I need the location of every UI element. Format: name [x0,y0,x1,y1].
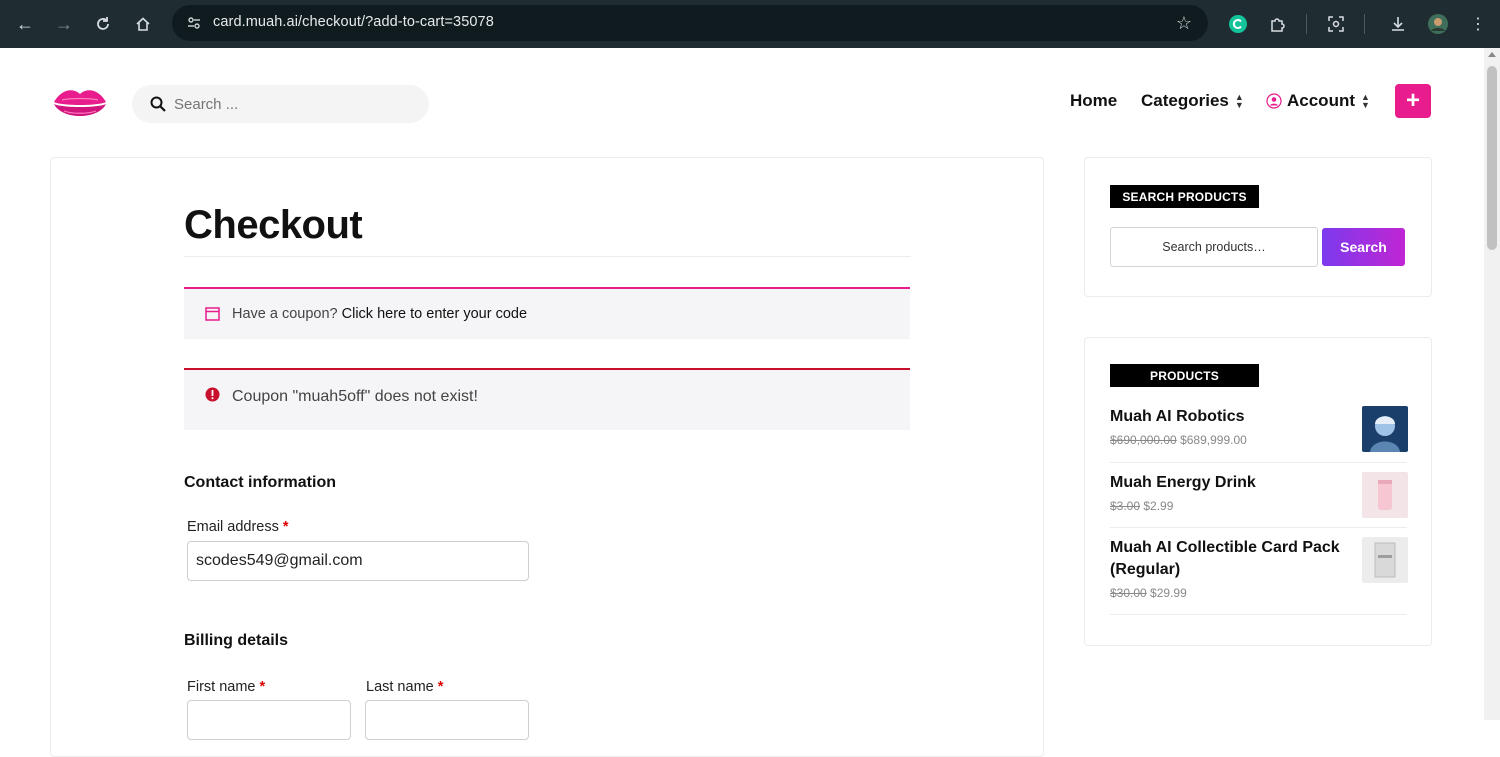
nav-categories-label: Categories [1141,91,1229,110]
product-search-button[interactable]: Search [1322,228,1405,266]
grammarly-extension-icon[interactable] [1224,10,1252,38]
required-asterisk: * [259,679,266,695]
forward-icon[interactable]: → [50,10,78,38]
last-name-label: Last name * [366,679,443,695]
coupon-error-message: Coupon "muah5off" does not exist! [232,388,478,405]
sort-caret-icon: ▲ ▼ [1234,92,1244,110]
toolbar-divider [1364,14,1365,34]
site-search-input[interactable] [174,93,414,115]
add-plus-button[interactable]: + [1395,84,1431,118]
toolbar-divider [1306,14,1307,34]
first-name-label-text: First name [187,679,256,695]
product-sale-price: $2.99 [1143,499,1174,513]
calendar-icon [205,307,220,321]
bookmark-star-icon[interactable]: ☆ [1176,13,1192,34]
search-products-widget: SEARCH PRODUCTS Search products… Search [1084,157,1432,297]
product-name[interactable]: Muah Energy Drink [1110,472,1340,494]
url-text[interactable]: card.muah.ai/checkout/?add-to-cart=35078 [213,14,494,30]
coupon-prompt: Have a coupon? [232,306,338,322]
search-icon[interactable] [150,96,166,112]
product-item[interactable]: Muah AI Robotics $690,000.00 $689,999.00 [1110,406,1408,463]
address-bar[interactable]: card.muah.ai/checkout/?add-to-cart=35078… [172,5,1208,41]
nav-home[interactable]: Home [1070,91,1117,111]
product-old-price: $690,000.00 [1110,433,1177,447]
home-icon[interactable] [129,10,157,38]
site-settings-icon[interactable] [184,13,204,33]
email-field[interactable]: scodes549@gmail.com [187,541,529,581]
extensions-puzzle-icon[interactable] [1264,10,1292,38]
contact-info-heading: Contact information [184,474,336,491]
profile-avatar-icon[interactable] [1424,10,1452,38]
muah-lips-logo[interactable] [52,84,108,122]
nav-account[interactable]: Account ▲ ▼ [1266,91,1370,111]
last-name-field[interactable] [365,700,529,740]
product-sale-price: $29.99 [1150,586,1187,600]
download-icon[interactable] [1384,10,1412,38]
coupon-error-notice: Coupon "muah5off" does not exist! [184,368,910,430]
email-label-text: Email address [187,519,279,535]
nav-categories[interactable]: Categories ▲ ▼ [1141,91,1244,111]
product-item[interactable]: Muah AI Collectible Card Pack (Regular) … [1110,537,1408,615]
reload-icon[interactable] [89,10,117,38]
products-heading: PRODUCTS [1110,364,1259,387]
product-search-input[interactable]: Search products… [1110,227,1318,267]
required-asterisk: * [282,519,289,535]
required-asterisk: * [437,679,444,695]
browser-toolbar: ← → card.muah.ai/checkout/?add-to-cart=3… [0,0,1500,48]
error-alert-icon [205,387,220,402]
first-name-field[interactable] [187,700,351,740]
product-old-price: $3.00 [1110,499,1141,513]
title-divider [184,256,911,257]
search-products-heading: SEARCH PRODUCTS [1110,185,1259,208]
last-name-label-text: Last name [366,679,434,695]
product-name[interactable]: Muah AI Collectible Card Pack (Regular) [1110,537,1340,581]
billing-details-heading: Billing details [184,632,289,649]
coupon-notice: Have a coupon? Click here to enter your … [184,287,910,339]
product-price: $3.00 $2.99 [1110,499,1173,513]
lens-capture-icon[interactable] [1322,10,1350,38]
coupon-enter-link[interactable]: Click here to enter your code [342,306,527,322]
product-thumbnail-robot[interactable] [1362,406,1408,452]
page-scrollbar[interactable] [1484,48,1500,720]
menu-kebab-icon[interactable]: ⋮ [1464,10,1492,38]
nav-home-label: Home [1070,91,1118,110]
product-thumbnail-drink-can[interactable] [1362,472,1408,518]
email-label: Email address * [187,519,289,535]
sort-caret-icon: ▲ ▼ [1361,92,1370,110]
product-price: $30.00 $29.99 [1110,586,1187,600]
products-widget: PRODUCTS Muah AI Robotics $690,000.00 $6… [1084,337,1432,646]
nav-account-label: Account [1287,91,1355,110]
product-item[interactable]: Muah Energy Drink $3.00 $2.99 [1110,472,1408,528]
first-name-label: First name * [187,679,265,695]
product-name[interactable]: Muah AI Robotics [1110,406,1340,428]
coupon-prompt-text: Have a coupon? Click here to enter your … [232,306,527,322]
page-title: Checkout [184,203,363,247]
product-thumbnail-card-pack[interactable] [1362,537,1408,583]
scrollbar-thumb[interactable] [1487,66,1497,250]
product-sale-price: $689,999.00 [1180,433,1247,447]
account-user-icon [1266,93,1282,109]
product-old-price: $30.00 [1110,586,1147,600]
site-search-bar[interactable] [132,85,429,123]
product-price: $690,000.00 $689,999.00 [1110,433,1247,447]
scroll-up-arrow-icon[interactable] [1488,52,1496,57]
back-icon[interactable]: ← [11,10,39,38]
